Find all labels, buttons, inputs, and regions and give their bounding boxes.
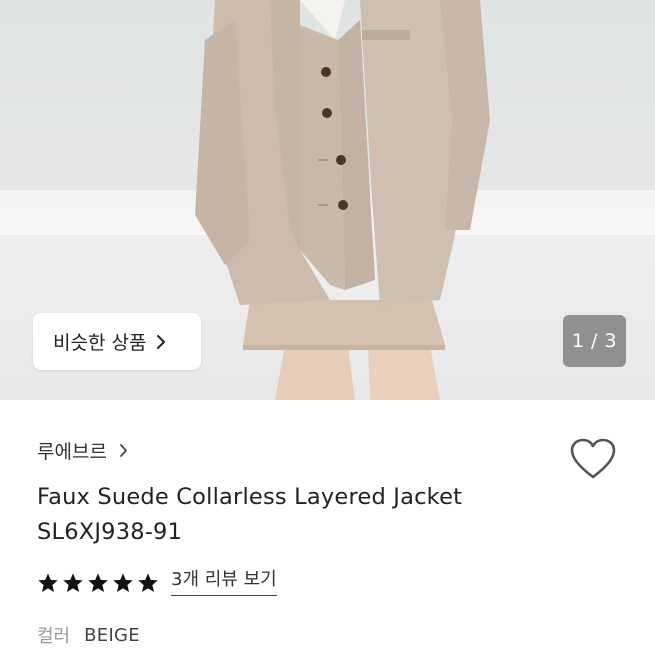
similar-products-label: 비슷한 상품 <box>53 332 147 354</box>
star-filled-icon <box>88 572 108 592</box>
option-label: 컬러 <box>37 626 71 647</box>
star-filled-icon <box>38 572 58 592</box>
button <box>338 200 348 210</box>
legs-left <box>275 345 355 400</box>
chest-pocket <box>362 30 410 40</box>
button <box>322 108 332 118</box>
button <box>321 67 331 77</box>
chevron-right-icon <box>156 334 166 350</box>
product-code: SL6XJ938-91 <box>37 519 183 545</box>
star-filled-icon <box>63 572 83 592</box>
star-rating <box>37 572 159 594</box>
star-filled-icon <box>113 572 133 592</box>
product-image-gallery[interactable]: 비슷한 상품 1 / 3 <box>0 0 655 400</box>
wishlist-button[interactable] <box>569 437 617 481</box>
image-page-indicator: 1 / 3 <box>563 315 626 367</box>
star-filled-icon <box>138 572 158 592</box>
similar-products-button[interactable]: 비슷한 상품 <box>33 313 201 370</box>
heart-outline-icon <box>570 438 616 479</box>
skirt-hem <box>243 345 445 350</box>
brand-link[interactable]: 루에브르 <box>37 437 128 464</box>
review-link[interactable]: 3개 리뷰 보기 <box>171 569 277 596</box>
product-title: Faux Suede Collarless Layered Jacket <box>37 484 463 510</box>
skirt <box>243 300 445 345</box>
rating-row: 3개 리뷰 보기 <box>37 569 277 596</box>
color-option: 컬러 BEIGE <box>37 622 140 648</box>
chevron-right-icon <box>119 443 128 458</box>
option-value: BEIGE <box>84 624 140 646</box>
legs-right <box>368 345 440 400</box>
button <box>336 155 346 165</box>
brand-name: 루에브르 <box>37 441 107 463</box>
